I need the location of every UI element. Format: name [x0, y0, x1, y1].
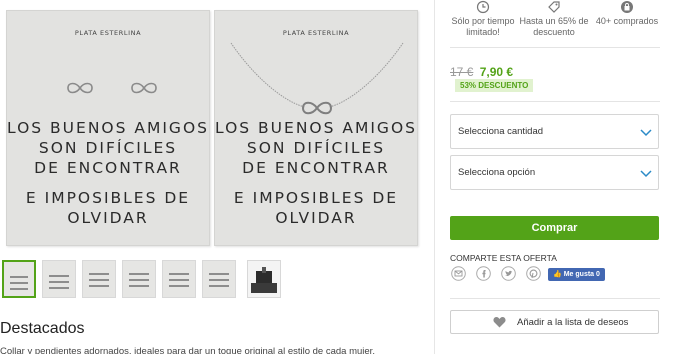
option-select-label: Selecciona opción [458, 167, 536, 178]
facebook-like-label: Me gusta 0 [563, 271, 600, 278]
card-quote: LOS BUENOS AMIGOS SON DIFÍCILES DE ENCON… [215, 118, 417, 228]
chevron-down-icon [640, 129, 652, 137]
tag-icon [548, 1, 560, 13]
divider [450, 298, 660, 299]
quote-line: SON DIFÍCILES [246, 139, 386, 157]
facebook-like-button[interactable]: 👍 Me gusta 0 [548, 268, 605, 281]
quote-line: E IMPOSIBLES DE [233, 189, 399, 207]
quote-line: LOS BUENOS AMIGOS [7, 119, 209, 137]
thumbnail[interactable] [42, 260, 76, 298]
badge-label: descuento [533, 27, 575, 37]
discount-badge: 53% DESCUENTO [455, 79, 534, 92]
card-brand: PLATA ESTERLINA [74, 29, 142, 37]
clock-icon [476, 0, 490, 14]
quote-line: SON DIFÍCILES [38, 139, 178, 157]
thumbnail[interactable] [2, 260, 36, 298]
badge-purchased: 40+ comprados [592, 0, 662, 27]
product-image-secondary[interactable]: PLATA ESTERLINA LOS BUENOS AMIGOS SON DI… [214, 10, 418, 246]
section-text: Collar y pendientes adornados, ideales p… [0, 346, 375, 354]
pinterest-icon[interactable] [526, 266, 541, 281]
divider [450, 101, 660, 102]
earring-stud-image [67, 82, 93, 94]
column-divider [434, 0, 435, 354]
quote-line: E IMPOSIBLES DE [25, 189, 191, 207]
product-image-main[interactable]: PLATA ESTERLINA LOS BUENOS AMIGOS SON DI… [6, 10, 210, 246]
quantity-select[interactable]: Selecciona cantidad [450, 114, 659, 149]
quantity-select-label: Selecciona cantidad [458, 126, 544, 137]
quote-line: OLVIDAR [67, 209, 149, 227]
necklace-image [230, 42, 404, 115]
card-brand: PLATA ESTERLINA [282, 29, 350, 37]
quote-line: DE ENCONTRAR [242, 159, 390, 177]
card-quote: LOS BUENOS AMIGOS SON DIFÍCILES DE ENCON… [7, 118, 209, 228]
email-icon[interactable] [451, 266, 466, 281]
option-select[interactable]: Selecciona opción [450, 155, 659, 190]
section-title: Destacados [0, 320, 85, 337]
twitter-icon[interactable] [501, 266, 516, 281]
thumbnail[interactable] [122, 260, 156, 298]
add-to-wishlist-button[interactable]: Añadir a la lista de deseos [450, 310, 659, 334]
thumbs-up-icon: 👍 [553, 271, 562, 278]
wishlist-label: Añadir a la lista de deseos [517, 317, 629, 328]
bag-icon [621, 1, 633, 13]
buy-button[interactable]: Comprar [450, 216, 659, 240]
quote-line: DE ENCONTRAR [34, 159, 182, 177]
old-price: 17 € [450, 65, 474, 79]
thumbnail[interactable] [202, 260, 236, 298]
earring-stud-image [131, 82, 157, 94]
divider [450, 47, 660, 48]
quote-line: OLVIDAR [275, 209, 357, 227]
badge-label: Sólo por tiempo [451, 16, 515, 26]
heart-icon [493, 317, 506, 328]
quote-line: LOS BUENOS AMIGOS [215, 119, 417, 137]
new-price: 7,90 € [479, 65, 514, 79]
badge-label: Hasta un 65% de [519, 16, 589, 26]
badge-limited-time: Sólo por tiempo limitado! [448, 0, 518, 38]
chevron-down-icon [640, 170, 652, 178]
price-row: 17 € 7,90 € [450, 65, 513, 79]
facebook-icon[interactable] [476, 266, 491, 281]
thumbnail[interactable] [162, 260, 196, 298]
share-title: COMPARTE ESTA OFERTA [450, 253, 557, 263]
badge-label: 40+ comprados [595, 16, 659, 26]
deal-badges: Sólo por tiempo limitado! Hasta un 65% d… [450, 0, 660, 46]
badge-discount: Hasta un 65% de descuento [519, 0, 589, 38]
thumbnail[interactable] [82, 260, 116, 298]
thumbnail[interactable] [247, 260, 281, 298]
gift-box-image [251, 267, 277, 293]
badge-label: limitado! [466, 27, 500, 37]
